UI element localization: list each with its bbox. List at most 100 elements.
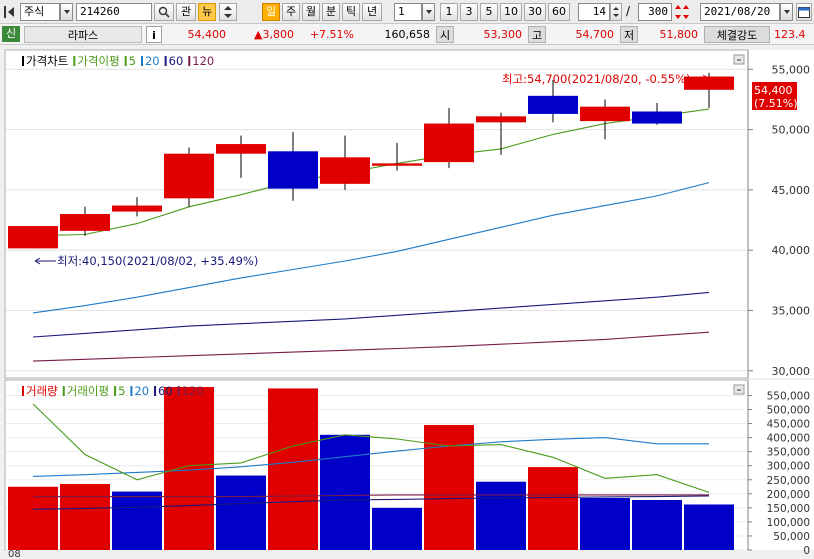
display-count-stepper[interactable] xyxy=(610,3,622,21)
volume-legend-label[interactable]: 120 xyxy=(182,384,204,398)
total-count-input[interactable]: 300 xyxy=(638,3,672,21)
period-year-button[interactable]: 년 xyxy=(362,3,382,21)
interval-60-button[interactable]: 60 xyxy=(548,3,570,21)
price-tick-label: 50,000 xyxy=(772,124,811,137)
date-input[interactable]: 2021/08/20 xyxy=(700,3,780,21)
interval-select[interactable]: 1 xyxy=(394,3,422,21)
period-tick-button[interactable]: 틱 xyxy=(342,3,360,21)
price-legend-label[interactable]: 120 xyxy=(192,54,214,68)
price-legend-marker xyxy=(73,56,76,66)
volume-legend-label[interactable]: 60 xyxy=(158,384,173,398)
volume-tick-label: 300,000 xyxy=(767,461,810,473)
low-annotation: 최저:40,150(2021/08/02, +35.49%) xyxy=(57,254,258,268)
interval-1-button[interactable]: 1 xyxy=(440,3,458,21)
volume-bar xyxy=(476,481,526,550)
new-listing-badge: 신 xyxy=(2,26,20,42)
volume-tick-label: 150,000 xyxy=(767,503,810,515)
open-price: 53,300 xyxy=(483,28,523,41)
trade-volume: 160,658 xyxy=(384,28,431,41)
candle-body xyxy=(164,153,214,199)
search-button[interactable] xyxy=(154,3,174,21)
chart-toolbar: 주식 214260 관 뉴 일 주 월 분 틱 년 1 1 3 5 10 30 … xyxy=(0,0,814,24)
price-tick-label: 45,000 xyxy=(772,184,811,197)
price-panel-close-icon[interactable] xyxy=(733,54,745,65)
price-tick-label: 55,000 xyxy=(772,63,811,76)
current-price-tag-value: 54,400 xyxy=(754,84,793,97)
volume-legend-marker xyxy=(114,386,117,396)
period-day-button[interactable]: 일 xyxy=(262,3,280,21)
interval-10-button[interactable]: 10 xyxy=(500,3,522,21)
candle-body xyxy=(216,144,266,154)
date-dropdown[interactable] xyxy=(780,3,793,21)
interval-5-button[interactable]: 5 xyxy=(480,3,498,21)
volume-bar xyxy=(320,434,370,550)
volume-tick-label: 350,000 xyxy=(767,447,810,459)
candle-body xyxy=(372,163,422,166)
current-price-tag-pct: (7.51%) xyxy=(754,97,798,110)
watchlist-button[interactable]: 관 xyxy=(176,3,196,21)
updown-arrows-icon xyxy=(224,6,232,18)
price-tick-label: 35,000 xyxy=(772,304,811,317)
price-panel xyxy=(4,49,749,379)
price-legend-label[interactable]: 20 xyxy=(145,54,160,68)
volume-bar xyxy=(580,498,630,550)
stock-name: 라파스 xyxy=(24,26,142,43)
date-value: 2021/08/20 xyxy=(704,5,771,18)
price-tick-label: 40,000 xyxy=(772,244,811,257)
period-week-button[interactable]: 주 xyxy=(282,3,300,21)
date-axis-label: 08 xyxy=(8,549,21,559)
volume-bar xyxy=(268,388,318,550)
period-minute-button[interactable]: 분 xyxy=(322,3,340,21)
total-count-value: 300 xyxy=(648,5,668,18)
open-label: 시 xyxy=(436,26,454,43)
spin-arrows-icon xyxy=(613,7,619,17)
market-type-dropdown[interactable] xyxy=(60,3,73,21)
price-legend-label[interactable]: 가격차트 xyxy=(26,54,68,68)
zoom-arrows-icon[interactable] xyxy=(675,4,689,20)
volume-legend-label[interactable]: 거래량 xyxy=(26,384,58,398)
candle-body xyxy=(580,106,630,122)
price-legend-label[interactable]: 60 xyxy=(169,54,184,68)
interval-dropdown[interactable] xyxy=(422,3,435,21)
market-type-select[interactable]: 주식 xyxy=(20,3,60,21)
volume-bar xyxy=(528,467,578,550)
volume-tick-label: 0 xyxy=(803,545,810,557)
change-percent: +7.51% xyxy=(309,28,354,41)
candle-body xyxy=(632,111,682,124)
stock-info-button[interactable]: i xyxy=(146,26,162,43)
volume-legend-marker xyxy=(130,386,133,396)
candle-body xyxy=(424,123,474,163)
volume-legend-marker xyxy=(62,386,65,396)
interval-value: 1 xyxy=(398,5,405,18)
price-legend-label[interactable]: 가격이평 xyxy=(77,54,119,68)
volume-bar xyxy=(684,504,734,550)
candle-body xyxy=(60,214,110,231)
trade-strength: 123.4 xyxy=(774,28,806,41)
calendar-button[interactable] xyxy=(796,3,812,21)
price-legend-marker xyxy=(188,56,191,66)
volume-tick-label: 200,000 xyxy=(767,489,810,501)
display-count-input[interactable]: 14 xyxy=(578,3,610,21)
updown-stepper[interactable] xyxy=(219,3,237,21)
display-count-value: 14 xyxy=(592,5,606,18)
search-icon xyxy=(158,6,170,18)
stock-chart[interactable]: 55,000 50,000 45,000 40,000 35,000 30,000 가격차… xyxy=(0,46,814,559)
stock-code-input[interactable]: 214260 xyxy=(76,3,152,21)
volume-tick-label: 250,000 xyxy=(767,475,810,487)
high-price: 54,700 xyxy=(575,28,615,41)
interval-30-button[interactable]: 30 xyxy=(524,3,546,21)
interval-3-button[interactable]: 3 xyxy=(460,3,478,21)
volume-legend-label[interactable]: 거래이평 xyxy=(67,384,109,398)
price-legend-label[interactable]: 5 xyxy=(129,54,136,68)
volume-legend-label[interactable]: 20 xyxy=(134,384,149,398)
volume-legend-label[interactable]: 5 xyxy=(118,384,125,398)
candle-body xyxy=(8,226,58,249)
price-tick-label: 30,000 xyxy=(772,365,811,378)
news-button[interactable]: 뉴 xyxy=(198,3,216,21)
price-legend-marker xyxy=(140,56,143,66)
panel-toggle-icon[interactable] xyxy=(4,5,16,19)
volume-bar xyxy=(216,475,266,550)
candle-body xyxy=(112,205,162,212)
volume-panel-close-icon[interactable] xyxy=(733,384,745,395)
period-month-button[interactable]: 월 xyxy=(302,3,320,21)
